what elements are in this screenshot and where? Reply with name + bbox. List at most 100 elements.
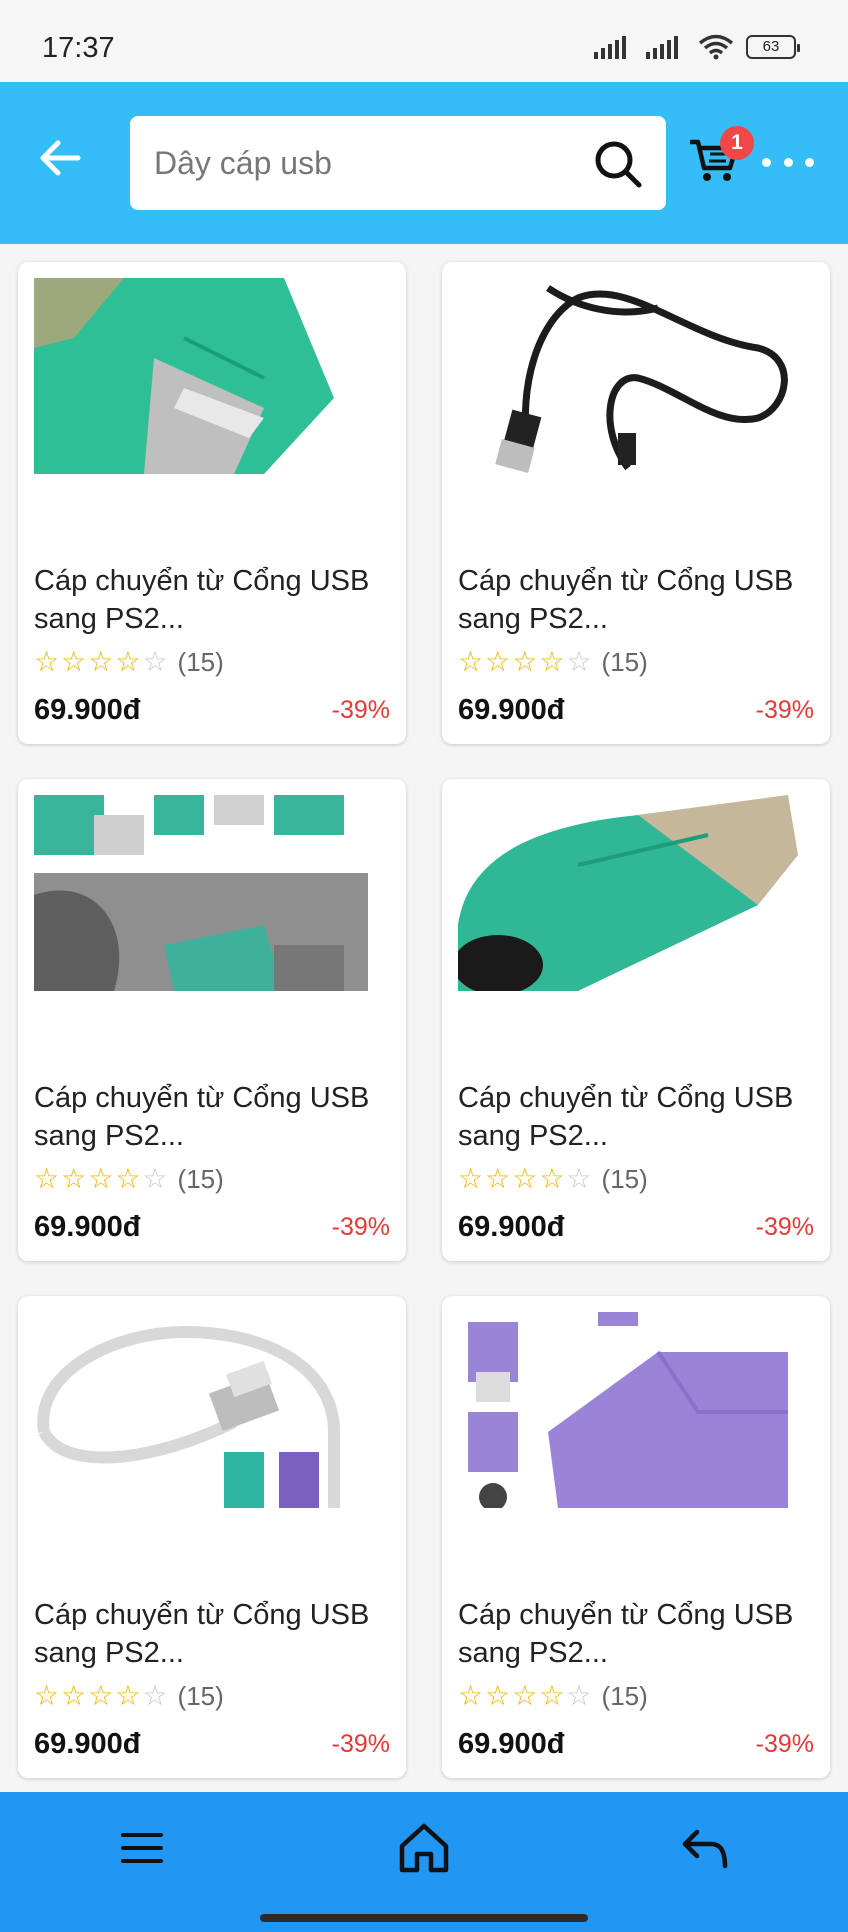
star-icon: ☆ xyxy=(34,1680,60,1711)
product-rating: ☆ ☆ ☆ ☆ ☆ (15) xyxy=(34,1163,224,1195)
product-price: 69.900đ xyxy=(458,1728,565,1760)
rating-stars: ☆ ☆ ☆ ☆ ☆ xyxy=(34,648,168,676)
rating-stars: ☆ ☆ ☆ ☆ ☆ xyxy=(458,1165,592,1193)
star-icon: ☆ xyxy=(485,1680,511,1711)
star-icon: ☆ xyxy=(458,1163,484,1194)
search-input[interactable] xyxy=(154,116,574,210)
product-rating: ☆ ☆ ☆ ☆ ☆ (15) xyxy=(458,1680,648,1712)
cart-badge: 1 xyxy=(720,126,754,160)
product-image xyxy=(458,278,814,474)
star-icon: ☆ xyxy=(34,1163,60,1194)
rating-stars: ☆ ☆ ☆ ☆ ☆ xyxy=(34,1682,168,1710)
star-icon: ☆ xyxy=(566,1680,592,1711)
search-button[interactable] xyxy=(592,138,644,190)
star-icon: ☆ xyxy=(88,1163,114,1194)
product-image xyxy=(458,1312,814,1508)
product-card[interactable]: Cáp chuyển từ Cổng USB sang PS2... ☆ ☆ ☆ ☆ ☆… xyxy=(18,262,406,744)
star-icon: ☆ xyxy=(539,646,565,677)
product-price: 69.900đ xyxy=(34,694,141,726)
menu-icon xyxy=(121,1833,163,1863)
product-discount: -39% xyxy=(755,1730,814,1758)
star-icon: ☆ xyxy=(61,1163,87,1194)
status-icons: 63 xyxy=(594,34,800,60)
product-title: Cáp chuyển từ Cổng USB sang PS2... xyxy=(34,1599,370,1669)
product-rating: ☆ ☆ ☆ ☆ ☆ (15) xyxy=(458,1163,648,1195)
star-icon: ☆ xyxy=(458,646,484,677)
star-icon: ☆ xyxy=(512,1163,538,1194)
gesture-bar xyxy=(0,1900,848,1932)
back-button[interactable] xyxy=(32,130,88,186)
more-options-button[interactable] xyxy=(762,142,814,182)
star-icon: ☆ xyxy=(88,1680,114,1711)
star-icon: ☆ xyxy=(539,1163,565,1194)
home-indicator[interactable] xyxy=(260,1914,588,1922)
signal-icon xyxy=(594,36,626,59)
star-icon: ☆ xyxy=(115,1680,141,1711)
star-icon: ☆ xyxy=(512,646,538,677)
star-icon: ☆ xyxy=(142,1163,168,1194)
home-button[interactable] xyxy=(394,1818,454,1878)
star-icon: ☆ xyxy=(34,646,60,677)
product-card[interactable]: Cáp chuyển từ Cổng USB sang PS2... ☆ ☆ ☆ ☆ ☆… xyxy=(442,779,830,1261)
product-title: Cáp chuyển từ Cổng USB sang PS2... xyxy=(458,1599,794,1669)
rating-stars: ☆ ☆ ☆ ☆ ☆ xyxy=(34,1165,168,1193)
product-rating: ☆ ☆ ☆ ☆ ☆ (15) xyxy=(34,1680,224,1712)
product-price: 69.900đ xyxy=(458,694,565,726)
product-discount: -39% xyxy=(755,696,814,724)
review-count: (15) xyxy=(177,1163,224,1194)
star-icon: ☆ xyxy=(566,646,592,677)
star-icon: ☆ xyxy=(539,1680,565,1711)
product-card[interactable]: Cáp chuyển từ Cổng USB sang PS2... ☆ ☆ ☆ ☆ ☆… xyxy=(442,262,830,744)
star-icon: ☆ xyxy=(485,646,511,677)
star-icon: ☆ xyxy=(142,1680,168,1711)
star-icon: ☆ xyxy=(115,1163,141,1194)
header: 1 xyxy=(0,82,848,244)
product-title: Cáp chuyển từ Cổng USB sang PS2... xyxy=(34,1082,370,1152)
product-discount: -39% xyxy=(331,696,390,724)
star-icon: ☆ xyxy=(115,646,141,677)
battery-icon: 63 xyxy=(746,35,800,59)
product-price: 69.900đ xyxy=(34,1211,141,1243)
star-icon: ☆ xyxy=(512,1680,538,1711)
star-icon: ☆ xyxy=(142,646,168,677)
product-card[interactable]: Cáp chuyển từ Cổng USB sang PS2... ☆ ☆ ☆ ☆ ☆… xyxy=(18,779,406,1261)
review-count: (15) xyxy=(177,1680,224,1711)
star-icon: ☆ xyxy=(61,646,87,677)
product-title: Cáp chuyển từ Cổng USB sang PS2... xyxy=(458,1082,794,1152)
rating-stars: ☆ ☆ ☆ ☆ ☆ xyxy=(458,1682,592,1710)
product-rating: ☆ ☆ ☆ ☆ ☆ (15) xyxy=(458,646,648,678)
product-discount: -39% xyxy=(755,1213,814,1241)
product-image xyxy=(34,1312,390,1508)
back-arrow-icon xyxy=(40,140,81,176)
search-box[interactable] xyxy=(130,116,666,210)
more-icon-dot xyxy=(805,157,814,167)
product-price: 69.900đ xyxy=(458,1211,565,1243)
product-card[interactable]: Cáp chuyển từ Cổng USB sang PS2... ☆ ☆ ☆ ☆ ☆… xyxy=(18,1296,406,1778)
star-icon: ☆ xyxy=(458,1680,484,1711)
review-count: (15) xyxy=(177,646,224,677)
review-count: (15) xyxy=(601,1680,648,1711)
more-icon-dot xyxy=(762,157,771,167)
status-time: 17:37 xyxy=(42,32,115,64)
product-image xyxy=(458,795,814,991)
product-card[interactable]: Cáp chuyển từ Cổng USB sang PS2... ☆ ☆ ☆ ☆ ☆… xyxy=(442,1296,830,1778)
product-discount: -39% xyxy=(331,1213,390,1241)
wifi-icon xyxy=(698,34,734,60)
product-grid: Cáp chuyển từ Cổng USB sang PS2... ☆ ☆ ☆ ☆ ☆… xyxy=(0,244,848,1792)
review-count: (15) xyxy=(601,646,648,677)
back-return-icon xyxy=(682,1829,728,1869)
review-count: (15) xyxy=(601,1163,648,1194)
product-image xyxy=(34,278,390,474)
star-icon: ☆ xyxy=(88,646,114,677)
menu-button[interactable] xyxy=(112,1818,172,1878)
product-image xyxy=(34,795,390,991)
star-icon: ☆ xyxy=(566,1163,592,1194)
product-discount: -39% xyxy=(331,1730,390,1758)
return-button[interactable] xyxy=(676,1818,736,1878)
status-bar: 17:37 63 xyxy=(0,0,848,82)
rating-stars: ☆ ☆ ☆ ☆ ☆ xyxy=(458,648,592,676)
product-rating: ☆ ☆ ☆ ☆ ☆ (15) xyxy=(34,646,224,678)
signal-icon-2 xyxy=(646,36,678,59)
product-price: 69.900đ xyxy=(34,1728,141,1760)
bottom-nav xyxy=(0,1792,848,1900)
